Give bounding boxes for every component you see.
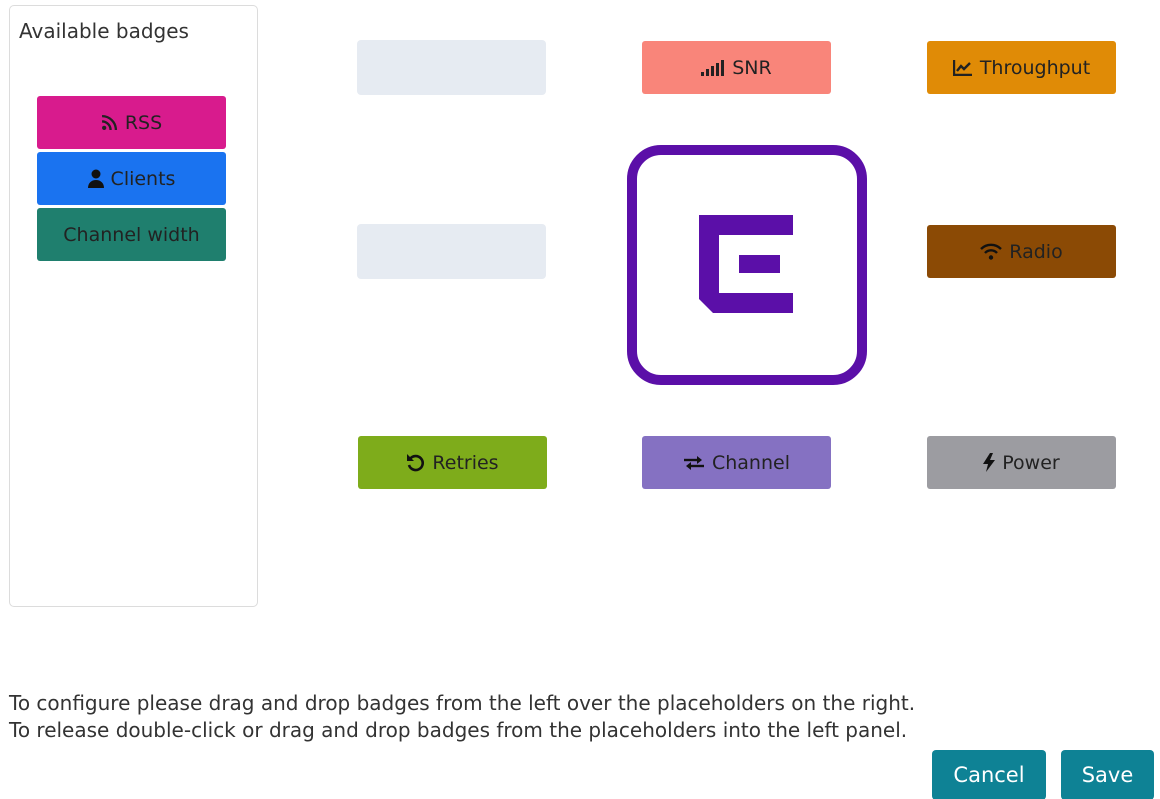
badge-label: Throughput	[979, 56, 1091, 79]
area-chart-icon	[952, 59, 973, 76]
exchange-icon	[683, 455, 705, 471]
wifi-icon	[980, 243, 1003, 260]
undo-icon	[406, 453, 425, 472]
signal-bars-icon	[701, 59, 725, 76]
slot-snr[interactable]: SNR	[642, 41, 831, 94]
badge-label: SNR	[732, 56, 772, 79]
cancel-button[interactable]: Cancel	[932, 750, 1046, 799]
user-icon	[87, 169, 104, 188]
badge-label: Clients	[110, 167, 176, 190]
badge-clients[interactable]: Clients	[37, 152, 226, 205]
badge-rss[interactable]: RSS	[37, 96, 226, 149]
badge-config-dialog: Available badges RSS Clients Channel wid…	[0, 0, 1160, 799]
available-badges-panel[interactable]: Available badges RSS Clients Channel wid…	[9, 5, 258, 607]
panel-title: Available badges	[19, 19, 189, 43]
bolt-icon	[983, 453, 996, 472]
badge-label: Power	[1002, 451, 1060, 474]
extreme-logo-icon	[699, 215, 793, 313]
badge-label: Radio	[1009, 240, 1063, 263]
device-logo-frame	[627, 145, 867, 385]
slot-throughput[interactable]: Throughput	[927, 41, 1116, 94]
badge-label: Retries	[432, 451, 499, 474]
rss-icon	[101, 114, 118, 131]
save-button[interactable]: Save	[1061, 750, 1154, 799]
slot-retries[interactable]: Retries	[358, 436, 547, 489]
badge-label: Channel width	[63, 223, 200, 246]
instruction-line-2: To release double-click or drag and drop…	[9, 718, 908, 742]
badge-label: RSS	[124, 111, 163, 134]
placeholder-top-left[interactable]	[357, 40, 546, 95]
slot-radio[interactable]: Radio	[927, 225, 1116, 278]
badge-label: Channel	[711, 451, 790, 474]
slot-power[interactable]: Power	[927, 436, 1116, 489]
placeholder-middle-left[interactable]	[357, 224, 546, 279]
badge-channel-width[interactable]: Channel width	[37, 208, 226, 261]
slot-channel[interactable]: Channel	[642, 436, 831, 489]
instruction-line-1: To configure please drag and drop badges…	[9, 691, 916, 715]
